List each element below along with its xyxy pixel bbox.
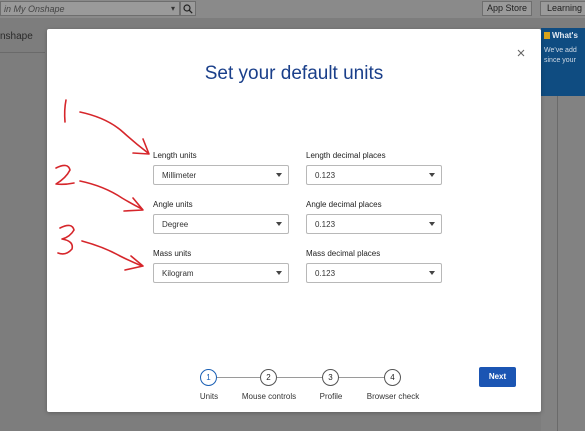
chevron-down-icon xyxy=(276,222,282,226)
step-2-indicator[interactable]: 2 xyxy=(260,369,277,386)
length-decimal-value: 0.123 xyxy=(315,171,336,180)
notice-title: What's xyxy=(552,31,578,40)
angle-units-value: Degree xyxy=(162,220,189,229)
stepper-connector xyxy=(339,377,384,378)
search-placeholder: in My Onshape xyxy=(4,4,65,14)
close-button[interactable] xyxy=(516,45,526,57)
length-decimal-select[interactable]: 0.123 xyxy=(306,165,442,185)
units-setup-dialog: Set your default units Length units Mill… xyxy=(47,29,541,412)
stepper-connector xyxy=(217,377,260,378)
angle-decimal-value: 0.123 xyxy=(315,220,336,229)
search-icon xyxy=(183,4,193,14)
mass-decimal-select[interactable]: 0.123 xyxy=(306,263,442,283)
notice-icon xyxy=(544,32,550,39)
learning-center-button[interactable]: Learning C xyxy=(540,1,585,16)
angle-decimal-select[interactable]: 0.123 xyxy=(306,214,442,234)
brand-text: nshape xyxy=(0,31,33,42)
app-store-button[interactable]: App Store xyxy=(482,1,532,16)
mass-units-label: Mass units xyxy=(153,249,192,258)
mass-units-select[interactable]: Kilogram xyxy=(153,263,289,283)
search-button[interactable] xyxy=(180,1,196,16)
step-2-label: Mouse controls xyxy=(241,392,297,401)
step-3-label: Profile xyxy=(319,392,343,401)
length-units-value: Millimeter xyxy=(162,171,197,180)
step-3-indicator[interactable]: 3 xyxy=(322,369,339,386)
chevron-down-icon xyxy=(429,271,435,275)
step-4-indicator[interactable]: 4 xyxy=(384,369,401,386)
notice-body-line: since your xyxy=(544,57,576,64)
length-units-select[interactable]: Millimeter xyxy=(153,165,289,185)
step-1-label: Units xyxy=(199,392,219,401)
length-decimal-label: Length decimal places xyxy=(306,151,386,160)
caret-down-icon: ▾ xyxy=(170,4,175,13)
divider xyxy=(557,96,558,431)
dialog-title: Set your default units xyxy=(204,63,384,84)
mass-units-value: Kilogram xyxy=(162,269,194,278)
chevron-down-icon xyxy=(429,173,435,177)
whats-new-notice[interactable]: What's We've add since your xyxy=(541,28,585,96)
stepper-connector xyxy=(277,377,322,378)
search-input[interactable]: in My Onshape ▾ xyxy=(0,1,180,16)
angle-decimal-label: Angle decimal places xyxy=(306,200,382,209)
chevron-down-icon xyxy=(276,173,282,177)
mass-decimal-label: Mass decimal places xyxy=(306,249,381,258)
chevron-down-icon xyxy=(429,222,435,226)
notice-body-line: We've add xyxy=(544,47,577,54)
step-4-label: Browser check xyxy=(366,392,420,401)
angle-units-select[interactable]: Degree xyxy=(153,214,289,234)
close-icon xyxy=(517,49,525,57)
angle-units-label: Angle units xyxy=(153,200,193,209)
next-button[interactable]: Next xyxy=(479,367,516,387)
step-1-indicator[interactable]: 1 xyxy=(200,369,217,386)
chevron-down-icon xyxy=(276,271,282,275)
mass-decimal-value: 0.123 xyxy=(315,269,336,278)
length-units-label: Length units xyxy=(153,151,197,160)
divider xyxy=(0,52,45,53)
